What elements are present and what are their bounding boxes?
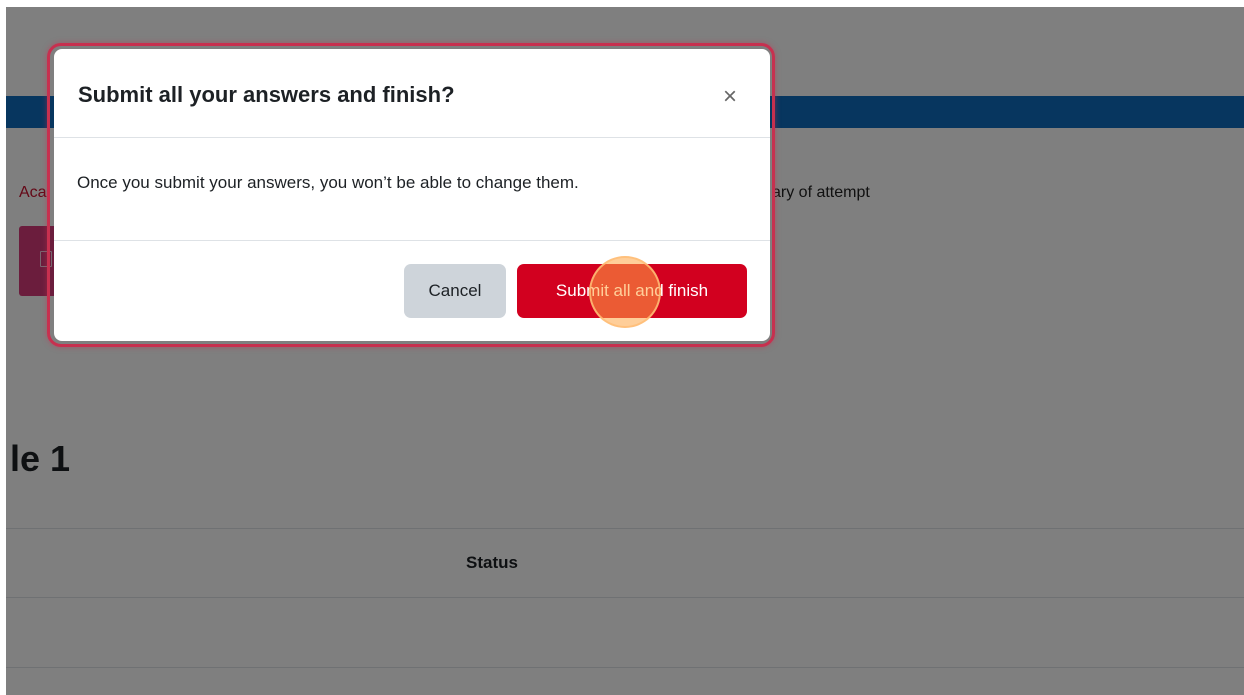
submit-confirm-dialog: Submit all your answers and finish? × On… [54,49,770,341]
modal-title: Submit all your answers and finish? [78,82,455,107]
modal-message: Once you submit your answers, you won’t … [77,173,579,192]
modal-header: Submit all your answers and finish? × [54,49,770,138]
click-indicator [589,256,661,328]
modal-body: Once you submit your answers, you won’t … [54,138,770,241]
cancel-button[interactable]: Cancel [404,264,506,318]
close-icon[interactable]: × [718,85,742,109]
page-top-margin [0,0,1244,7]
